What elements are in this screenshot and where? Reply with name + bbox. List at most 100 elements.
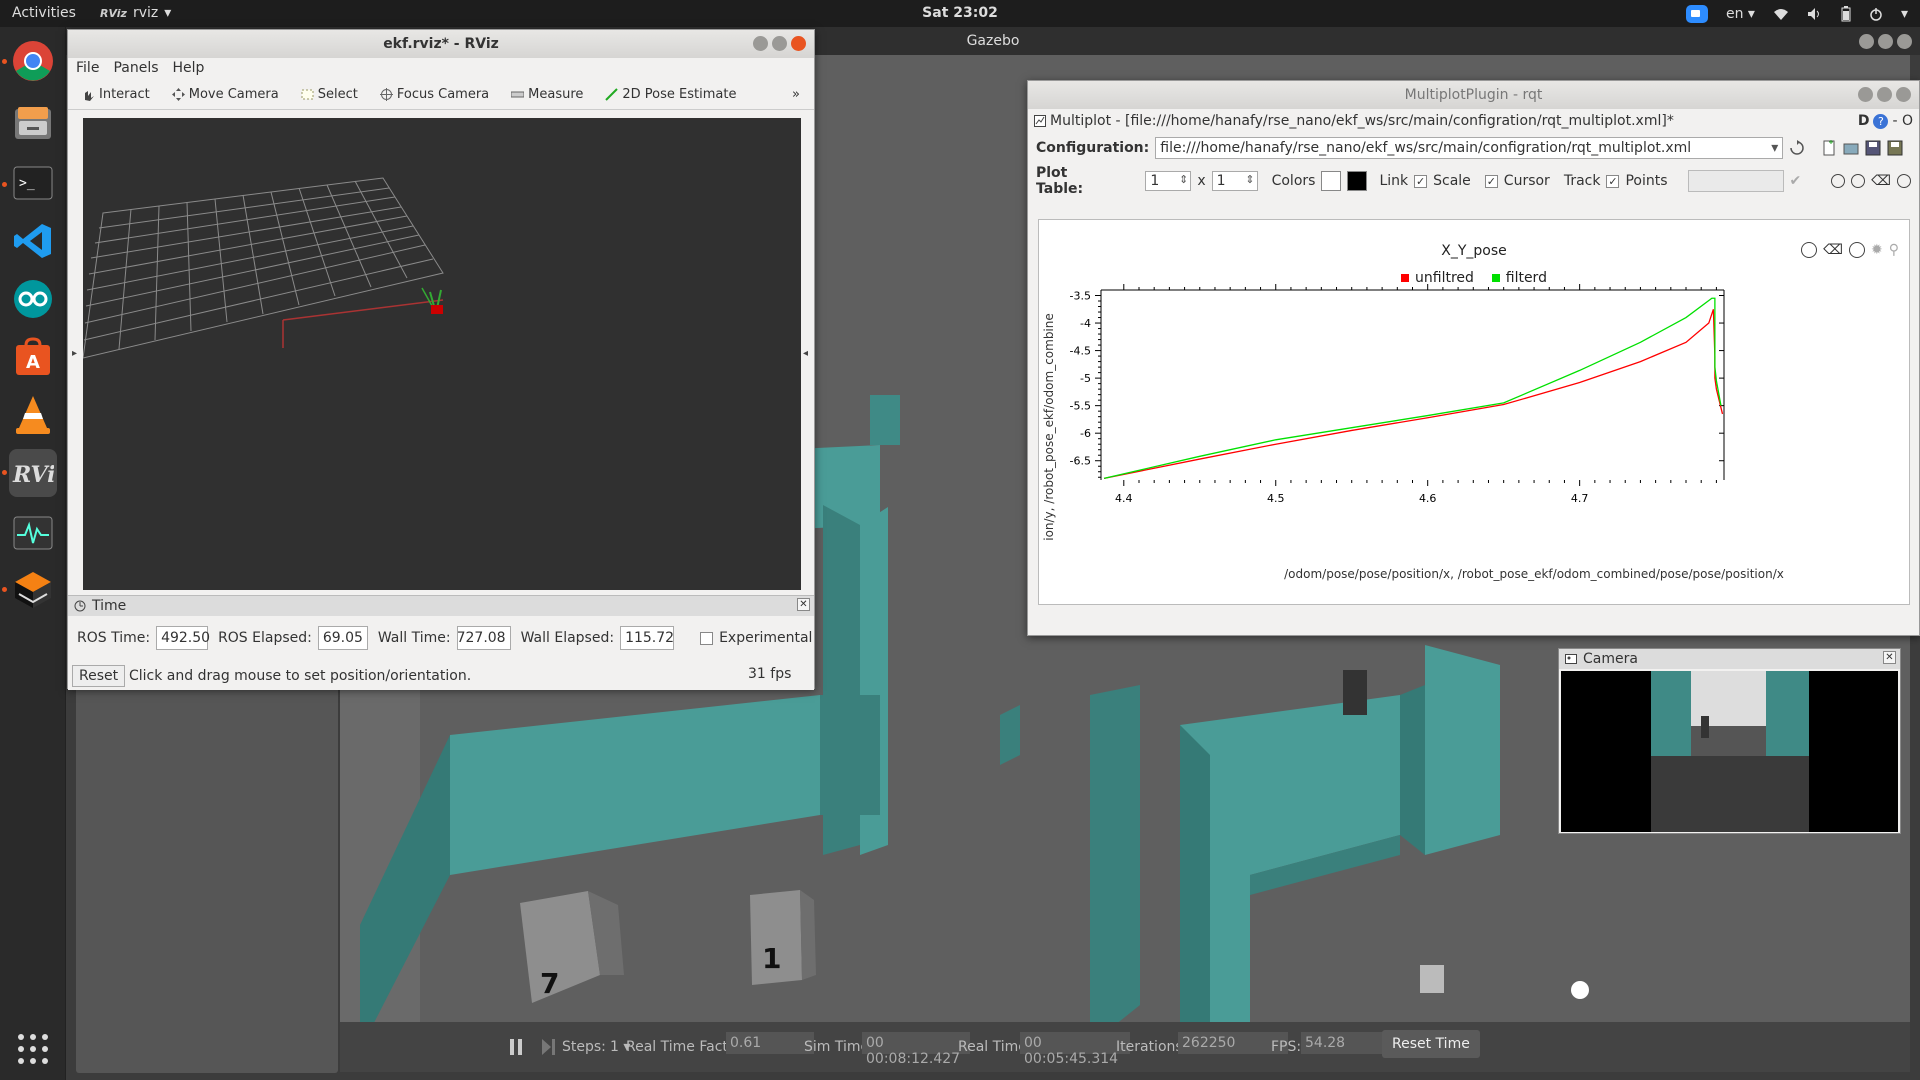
check-icon[interactable]: ✔ [1790,173,1802,189]
focus-camera-tool[interactable]: Focus Camera [379,87,489,102]
times-label: x [1197,173,1206,189]
clear-icon[interactable] [1789,140,1805,156]
pause-all-icon[interactable] [1851,174,1866,188]
plot-table-label: Plot Table: [1036,165,1084,197]
robot-marker [431,305,443,314]
ros-elapsed-field[interactable]: 69.05 [317,626,368,650]
columns-spinbox[interactable]: 1 [1211,171,1258,191]
configuration-dropdown[interactable]: file:///home/hanafy/rse_nano/ekf_ws/src/… [1155,137,1784,159]
plot-widget[interactable]: X_Y_pose unfiltred filterd ⌫ ✹ ⚲ ion/y, … [1038,219,1910,605]
export-path-field[interactable] [1687,170,1784,192]
close-icon[interactable]: ✕ [1883,651,1896,664]
volume-icon[interactable] [1807,7,1823,21]
clock[interactable]: Sat 23:02 [922,5,998,21]
rviz-icon[interactable]: RViz [9,449,57,497]
show-applications-icon[interactable] [9,1025,57,1073]
background-color-swatch[interactable] [1321,171,1342,191]
fps-value: 54.28 [1301,1032,1389,1054]
rqt-window: MultiplotPlugin - rqt Multiplot - [file:… [1027,80,1920,636]
track-checkbox[interactable]: ✓ [1606,174,1620,188]
maximize-icon[interactable] [1877,87,1892,102]
wall-time-field[interactable]: 9727.08 [456,626,511,650]
robot-model[interactable] [1420,965,1444,993]
maximize-icon[interactable] [772,36,787,51]
y-tick-label: -4.5 [1070,345,1091,358]
x-tick-label: 4.6 [1419,492,1437,505]
power-icon[interactable] [1869,7,1883,21]
pose-estimate-tool[interactable]: 2D Pose Estimate [605,87,736,102]
wall-elapsed-field[interactable]: 115.72 [620,626,675,650]
chevron-down-icon[interactable]: ▾ [1901,6,1908,22]
rtf-value: 0.61 [726,1032,814,1054]
close-icon[interactable] [1897,34,1912,49]
link-checkbox[interactable]: ✓ [1414,174,1428,188]
vlc-icon[interactable] [9,391,57,439]
reset-time-button[interactable]: Reset Time [1382,1030,1480,1058]
toolbar-overflow-icon[interactable]: » [792,87,800,102]
unfiltred-series-line [1103,309,1724,479]
menu-file[interactable]: File [76,60,99,78]
minimize-icon[interactable] [1859,34,1874,49]
step-icon[interactable] [540,1038,556,1056]
language-indicator[interactable]: en ▾ [1726,6,1755,22]
minimize-icon[interactable] [753,36,768,51]
terminal-icon[interactable]: >_ [9,159,57,207]
new-file-icon[interactable] [1821,140,1837,156]
rviz-scene[interactable] [82,118,801,590]
menu-help[interactable]: Help [173,60,205,78]
battery-icon[interactable] [1841,6,1851,22]
run-all-icon[interactable] [1831,174,1846,188]
help-icon[interactable]: ? [1873,113,1889,129]
open-file-icon[interactable] [1843,140,1859,156]
vscode-icon[interactable] [9,217,57,265]
select-tool[interactable]: Select [301,87,358,102]
clock-icon [74,600,86,612]
window-controls [1859,34,1912,49]
save-icon[interactable] [1865,140,1881,156]
rqt-title-bar[interactable]: MultiplotPlugin - rqt [1028,81,1919,109]
system-monitor-icon[interactable] [9,509,57,557]
reset-button[interactable]: Reset [72,665,126,687]
collapse-left-icon[interactable]: ▸ [72,348,77,359]
zoom-icon[interactable] [1685,5,1708,23]
gazebo-icon[interactable] [9,565,57,613]
system-tray[interactable]: en ▾ ▾ [1685,5,1908,23]
activities-button[interactable]: Activities [12,5,76,21]
real-time-value: 00 00:05:45.314 [1020,1032,1130,1067]
top-bar: Activities RViz rviz ▾ Sat 23:02 en ▾ ▾ [0,0,1920,27]
collapse-right-icon[interactable]: ◂ [803,348,808,359]
wifi-icon[interactable] [1773,7,1789,21]
export-icon[interactable] [1897,174,1912,188]
person-model[interactable] [1343,670,1367,715]
close-icon[interactable]: ✕ [797,598,810,611]
y-tick-label: -6 [1080,427,1091,440]
close-plugin-icon[interactable]: - O [1892,113,1913,129]
cursor-checkbox[interactable]: ✓ [1484,174,1498,188]
files-icon[interactable] [9,99,57,147]
clear-all-icon[interactable]: ⌫ [1871,173,1891,189]
rows-spinbox[interactable]: 1 [1145,171,1192,191]
pause-icon[interactable] [508,1038,524,1056]
arduino-icon[interactable] [9,275,57,323]
light-source[interactable] [1571,981,1589,999]
app-menu[interactable]: RViz rviz ▾ [100,5,171,21]
chrome-icon[interactable] [9,37,57,85]
minimize-icon[interactable] [1858,87,1873,102]
foreground-color-swatch[interactable] [1347,171,1368,191]
rviz-title-bar[interactable]: ekf.rviz* - RViz [68,30,814,58]
close-icon[interactable] [1896,87,1911,102]
dock-toggle-icon[interactable]: D [1858,113,1870,129]
software-center-icon[interactable]: A [9,333,57,381]
ros-time-field[interactable]: 492.50 [156,626,210,650]
experimental-checkbox[interactable] [700,631,714,645]
close-icon[interactable] [791,36,806,51]
maximize-icon[interactable] [1878,34,1893,49]
interact-tool[interactable]: Interact [82,87,150,102]
move-camera-tool[interactable]: Move Camera [171,87,279,102]
time-panel: Time ✕ ROS Time: 492.50 ROS Elapsed: 69.… [68,595,814,690]
plot-canvas[interactable]: 4.4 4.5 4.6 4.7 -3.5 -4 -4.5 -5 -5.5 -6 -6.5 [1039,220,1911,606]
rviz-3d-view[interactable] [82,118,801,590]
save-as-icon[interactable] [1887,140,1903,156]
measure-tool[interactable]: Measure [511,87,583,102]
menu-panels[interactable]: Panels [113,60,158,78]
